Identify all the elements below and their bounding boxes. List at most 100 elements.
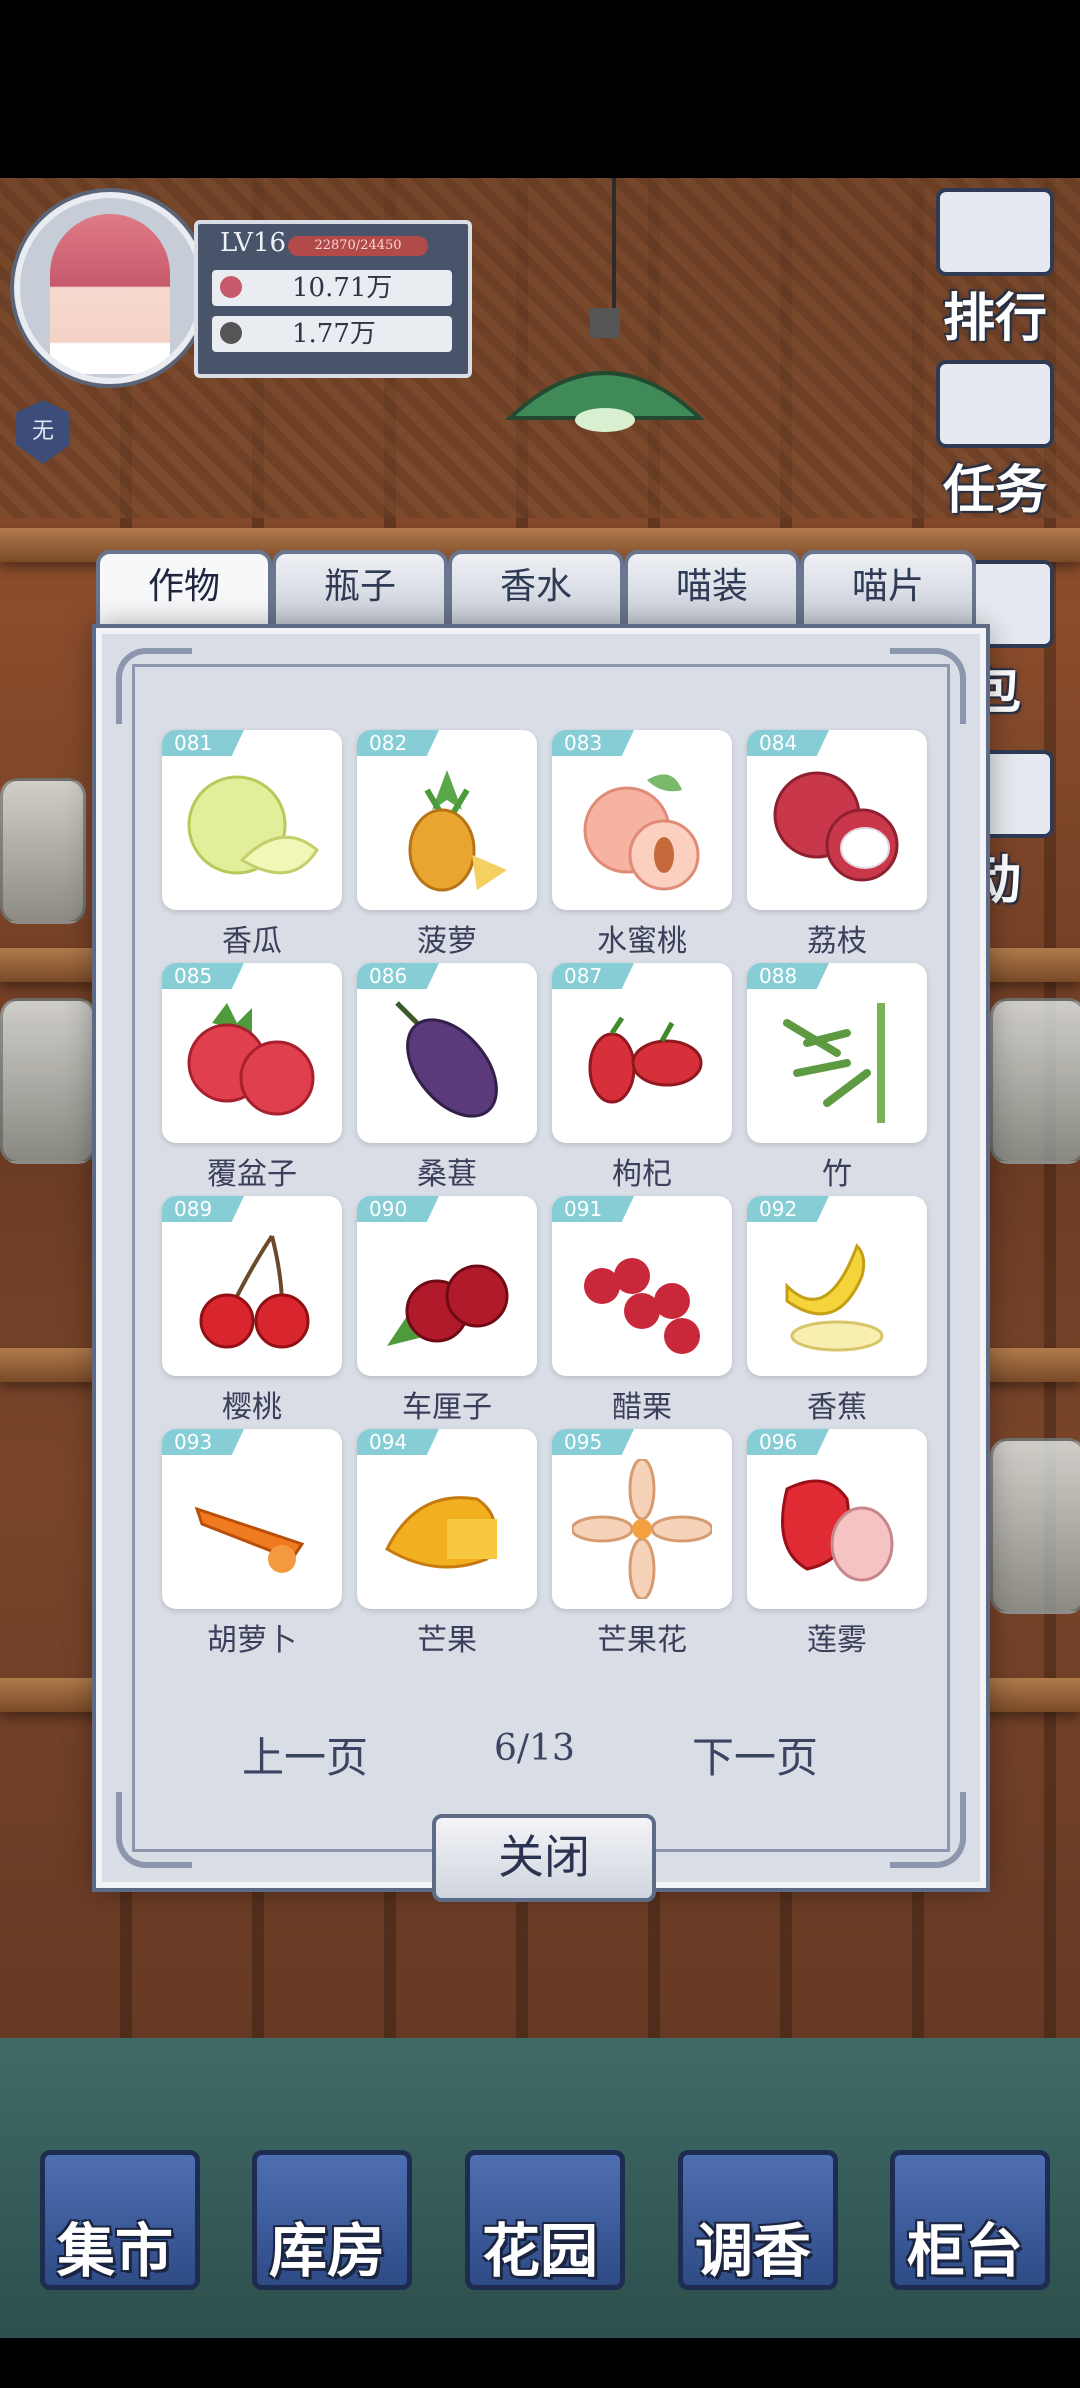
item-cell[interactable]: 083 水蜜桃 (552, 730, 732, 960)
item-card[interactable]: 081 (162, 730, 342, 910)
item-cell[interactable]: 087 枸杞 (552, 963, 732, 1193)
item-cell[interactable]: 081 香瓜 (162, 730, 342, 960)
item-cell[interactable]: 088 竹 (747, 963, 927, 1193)
frame-corner (890, 648, 966, 724)
item-card[interactable]: 094 (357, 1429, 537, 1609)
lamp-icon (504, 308, 706, 432)
item-cell[interactable]: 082 菠萝 (357, 730, 537, 960)
jar-decor (0, 998, 96, 1164)
tab-perfume[interactable]: 香水 (448, 550, 624, 628)
item-name: 胡萝卜 (207, 1623, 297, 1658)
item-card[interactable]: 095 (552, 1429, 732, 1609)
frame-corner (116, 648, 192, 724)
jar-decor (990, 1438, 1080, 1614)
item-name: 莲雾 (807, 1623, 867, 1658)
dark-cherry-icon (387, 1264, 509, 1346)
avatar[interactable] (14, 192, 206, 384)
item-card[interactable]: 093 (162, 1429, 342, 1609)
lychee-icon (773, 771, 899, 882)
item-cell[interactable]: 084 荔枝 (747, 730, 927, 960)
next-page-button[interactable]: 下一页 (692, 1724, 818, 1785)
item-name: 竹 (822, 1157, 852, 1192)
lamp-cord (612, 178, 616, 318)
item-cell[interactable]: 092 香蕉 (747, 1196, 927, 1426)
nav-counter[interactable]: 柜台 (880, 2140, 1050, 2290)
item-card[interactable]: 085 (162, 963, 342, 1143)
prev-page-button[interactable]: 上一页 (242, 1724, 368, 1785)
item-cell[interactable]: 095 芒果花 (552, 1429, 732, 1659)
item-card[interactable]: 087 (552, 963, 732, 1143)
item-card[interactable]: 084 (747, 730, 927, 910)
item-name: 桑葚 (417, 1157, 477, 1192)
nav-garden[interactable]: 花园 (455, 2140, 625, 2290)
carrot-icon (194, 1506, 305, 1573)
item-cell[interactable]: 085 覆盆子 (162, 963, 342, 1193)
item-name: 香瓜 (222, 924, 282, 959)
pineapple-icon (408, 770, 507, 892)
item-number: 096 (747, 1429, 829, 1455)
item-card[interactable]: 086 (357, 963, 537, 1143)
item-number: 094 (357, 1429, 439, 1455)
ranking-icon (936, 188, 1054, 276)
item-cell[interactable]: 090 车厘子 (357, 1196, 537, 1426)
nav-label: 集市 (56, 2217, 173, 2285)
item-cell[interactable]: 093 胡萝卜 (162, 1429, 342, 1659)
close-button[interactable]: 关闭 (432, 1814, 656, 1902)
item-card[interactable]: 090 (357, 1196, 537, 1376)
jar-decor (990, 998, 1080, 1164)
leaf-icon (220, 322, 242, 344)
task-button[interactable]: 任务 (920, 360, 1070, 523)
player-level: LV16 (220, 228, 287, 258)
item-card[interactable]: 092 (747, 1196, 927, 1376)
item-number: 084 (747, 730, 829, 756)
goji-icon (588, 1016, 703, 1104)
character-portrait (50, 214, 170, 374)
currant-icon (584, 1258, 700, 1354)
item-card[interactable]: 082 (357, 730, 537, 910)
tab-crops[interactable]: 作物 (96, 550, 272, 628)
collection-tabs: 作物 瓶子 香水 喵装 喵片 (96, 550, 976, 628)
item-number: 088 (747, 963, 829, 989)
item-card[interactable]: 091 (552, 1196, 732, 1376)
item-cell[interactable]: 096 莲雾 (747, 1429, 927, 1659)
tab-bottles[interactable]: 瓶子 (272, 550, 448, 628)
currency-2: 1.77万 (212, 316, 452, 352)
item-name: 芒果 (417, 1623, 477, 1658)
nav-label: 花园 (481, 2217, 598, 2285)
item-name: 枸杞 (612, 1157, 672, 1192)
item-name: 樱桃 (222, 1390, 282, 1425)
item-name: 醋栗 (612, 1390, 672, 1425)
item-card[interactable]: 083 (552, 730, 732, 910)
item-number: 086 (357, 963, 439, 989)
nav-warehouse[interactable]: 库房 (242, 2140, 412, 2290)
frame-corner (890, 1792, 966, 1868)
raspberry-icon (187, 1003, 315, 1116)
page-indicator: 6/13 (494, 1728, 575, 1769)
item-card[interactable]: 088 (747, 963, 927, 1143)
item-number: 089 (162, 1196, 244, 1222)
item-card[interactable]: 089 (162, 1196, 342, 1376)
tab-cat-outfits[interactable]: 喵装 (624, 550, 800, 628)
item-name: 车厘子 (402, 1390, 492, 1425)
banana-icon (785, 1243, 884, 1352)
bottom-nav: 集市 库房 花园 调香 柜台 (0, 2140, 1080, 2290)
ranking-button[interactable]: 排行 (920, 188, 1070, 351)
nav-market[interactable]: 集市 (30, 2140, 200, 2290)
currency-1: 10.71万 (212, 270, 452, 306)
item-cell[interactable]: 086 桑葚 (357, 963, 537, 1193)
petal-icon (220, 276, 242, 298)
tab-cat-cards[interactable]: 喵片 (800, 550, 976, 628)
item-cell[interactable]: 089 樱桃 (162, 1196, 342, 1426)
item-number: 087 (552, 963, 634, 989)
player-info-panel: LV16 22870/24450 10.71万 1.77万 (194, 220, 472, 378)
nav-label: 柜台 (906, 2217, 1023, 2285)
item-cell[interactable]: 091 醋栗 (552, 1196, 732, 1426)
task-label: 任务 (942, 460, 1047, 521)
cherry-icon (199, 1234, 310, 1349)
item-name: 水蜜桃 (597, 924, 687, 959)
item-card[interactable]: 096 (747, 1429, 927, 1609)
player-profile[interactable]: LV16 22870/24450 10.71万 1.77万 (14, 192, 474, 384)
mango-icon (385, 1496, 497, 1569)
nav-blend[interactable]: 调香 (668, 2140, 838, 2290)
item-cell[interactable]: 094 芒果 (357, 1429, 537, 1659)
